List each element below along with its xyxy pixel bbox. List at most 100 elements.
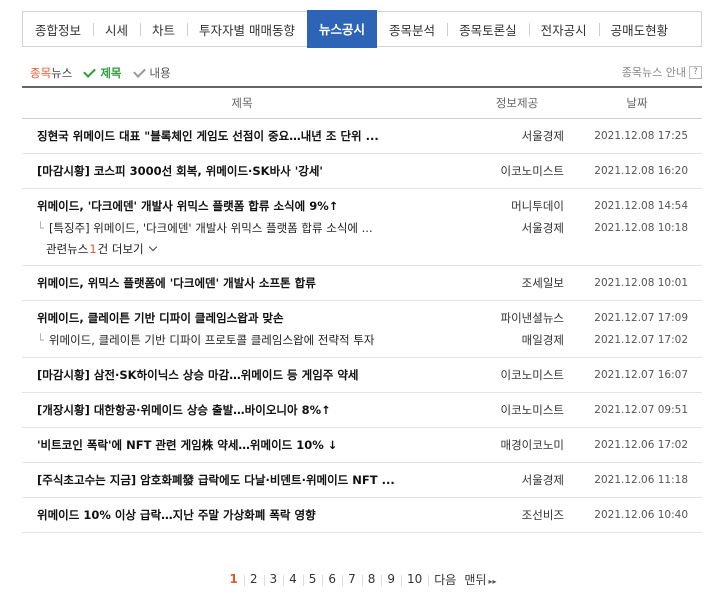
news-source: 이코노미스트: [500, 403, 564, 417]
page-link[interactable]: 3: [264, 572, 284, 586]
next-page-button[interactable]: 다음: [428, 571, 460, 588]
table-row: 위메이드 10% 이상 급락…지난 주말 가상화폐 폭락 영향 조선비즈 2021.…: [22, 504, 702, 526]
news-source: 매경이코노미: [500, 438, 564, 452]
news-source: 조선비즈: [521, 508, 564, 522]
double-arrow-right-icon: ▸▸: [488, 576, 497, 586]
sub-item-marker: └: [37, 333, 44, 347]
news-title-link[interactable]: [개장시황] 대한항공·위메이드 상승 출발…바이오니아 8%↑: [22, 402, 462, 418]
page-link[interactable]: 9: [381, 572, 402, 586]
news-date: 2021.12.08 14:54: [594, 200, 688, 212]
filter-content-label: 내용: [149, 66, 171, 80]
news-title-link[interactable]: [마감시황] 삼전·SK하이닉스 상승 마감…위메이드 등 게임주 약세: [22, 367, 462, 383]
page-link[interactable]: 7: [342, 572, 363, 586]
news-title-link[interactable]: 위메이드, 위믹스 플랫폼에 '다크에덴' 개발사 소프톤 합류: [22, 275, 462, 291]
page-link[interactable]: 10: [401, 572, 430, 586]
news-source: 파이낸셜뉴스: [500, 311, 564, 325]
page-link[interactable]: 4: [283, 572, 304, 586]
news-title-text: [주식초고수는 지금] 암호화폐發 급락에도 다날·비덴트·위메이드 NFT .…: [37, 473, 395, 487]
table-row: 위메이드, 클레이튼 기반 디파이 클레임스왑과 맞손 파이낸셜뉴스 2021.12…: [22, 307, 702, 329]
news-title-link[interactable]: 위메이드 10% 이상 급락…지난 주말 가상화폐 폭락 영향: [22, 507, 462, 523]
tab-item[interactable]: 종목분석: [377, 12, 447, 46]
stock-news-suffix: 뉴스: [51, 66, 73, 80]
news-title-text: [마감시황] 코스피 3000선 회복, 위메이드·SK바사 '강세': [37, 164, 323, 178]
more-count: 1: [89, 242, 97, 256]
tab-item[interactable]: 공매도현황: [598, 12, 681, 46]
table-header: 제목 정보제공 날짜: [22, 86, 702, 119]
news-title-text: 위메이드, 클레이튼 기반 디파이 클레임스왑과 맞손: [37, 311, 284, 325]
related-news-more-button[interactable]: 관련뉴스 1건 더보기: [22, 239, 702, 259]
tab-item[interactable]: 종목토론실: [447, 12, 529, 46]
page-link[interactable]: 6: [322, 572, 343, 586]
news-title-link[interactable]: 위메이드, '다크에덴' 개발사 위믹스 플랫폼 합류 소식에 9%↑: [22, 198, 462, 214]
news-group: '비트코인 폭락'에 NFT 관련 게임株 약세…위메이드 10% ↓ 매경이코노…: [22, 428, 702, 463]
news-date: 2021.12.07 16:07: [594, 369, 688, 381]
news-date: 2021.12.07 17:02: [594, 334, 688, 346]
table-row: [마감시황] 삼전·SK하이닉스 상승 마감…위메이드 등 게임주 약세 이코노미…: [22, 364, 702, 386]
news-date: 2021.12.08 16:20: [594, 165, 688, 177]
filter-content-option[interactable]: 내용: [132, 65, 171, 81]
table-body: 징현국 위메이드 대표 "블록체인 게임도 선점이 중요…내년 조 단위 ...…: [22, 119, 702, 533]
page-link[interactable]: 2: [244, 572, 265, 586]
news-group: [개장시황] 대한항공·위메이드 상승 출발…바이오니아 8%↑ 이코노미스트 20…: [22, 393, 702, 428]
tab-item[interactable]: 뉴스공시: [307, 9, 378, 48]
news-title-text: 위메이드, '다크에덴' 개발사 위믹스 플랫폼 합류 소식에 9%↑: [37, 199, 339, 213]
table-row: [마감시황] 코스피 3000선 회복, 위메이드·SK바사 '강세' 이코노미스…: [22, 160, 702, 182]
tab-item[interactable]: 차트: [140, 12, 187, 46]
news-title-text: 징현국 위메이드 대표 "블록체인 게임도 선점이 중요…내년 조 단위 ...: [37, 129, 379, 143]
header-source: 정보제공: [495, 96, 539, 110]
news-title-text: [특징주] 위메이드, '다크에덴' 개발사 위믹스 플랫폼 합류 소식에 ..…: [48, 221, 373, 235]
tab-bar: 종합정보 시세 차트 투자자별 매매동향 뉴스공시 종목분석 종목토론실 전자공시 공매도현황: [22, 9, 702, 48]
last-page-button[interactable]: 맨뒤 ▸▸: [460, 571, 500, 588]
page-link[interactable]: 5: [303, 572, 324, 586]
news-group: 위메이드, '다크에덴' 개발사 위믹스 플랫폼 합류 소식에 9%↑ 머니투데이…: [22, 189, 702, 266]
table-row: [주식초고수는 지금] 암호화폐發 급락에도 다날·비덴트·위메이드 NFT .…: [22, 469, 702, 491]
news-title-link[interactable]: 위메이드, 클레이튼 기반 디파이 클레임스왑과 맞손: [22, 310, 462, 326]
news-date: 2021.12.07 17:09: [594, 312, 688, 324]
check-icon: [83, 65, 97, 78]
news-source: 이코노미스트: [500, 368, 564, 382]
table-row: 위메이드, 위믹스 플랫폼에 '다크에덴' 개발사 소프톤 합류 조세일보 2021…: [22, 272, 702, 294]
news-title-text: [개장시황] 대한항공·위메이드 상승 출발…바이오니아 8%↑: [37, 403, 331, 417]
news-date: 2021.12.08 17:25: [594, 130, 688, 142]
last-page-label: 맨뒤: [464, 572, 487, 587]
tab-item[interactable]: 시세: [93, 12, 140, 46]
news-title-text: [마감시황] 삼전·SK하이닉스 상승 마감…위메이드 등 게임주 약세: [37, 368, 359, 382]
news-title-link[interactable]: [마감시황] 코스피 3000선 회복, 위메이드·SK바사 '강세': [22, 163, 462, 179]
news-title-link[interactable]: └ [특징주] 위메이드, '다크에덴' 개발사 위믹스 플랫폼 합류 소식에 .…: [22, 220, 462, 236]
news-group: 위메이드, 클레이튼 기반 디파이 클레임스왑과 맞손 파이낸셜뉴스 2021.12…: [22, 301, 702, 358]
news-date: 2021.12.06 11:18: [594, 474, 688, 486]
help-icon: ?: [689, 65, 702, 79]
news-group: [마감시황] 코스피 3000선 회복, 위메이드·SK바사 '강세' 이코노미스…: [22, 154, 702, 189]
table-row: [개장시황] 대한항공·위메이드 상승 출발…바이오니아 8%↑ 이코노미스트 20…: [22, 399, 702, 421]
news-source: 매일경제: [521, 333, 564, 347]
tab-item[interactable]: 전자공시: [528, 12, 599, 46]
news-title-link[interactable]: '비트코인 폭락'에 NFT 관련 게임株 약세…위메이드 10% ↓: [22, 437, 462, 453]
news-title-link[interactable]: [주식초고수는 지금] 암호화폐發 급락에도 다날·비덴트·위메이드 NFT .…: [22, 472, 462, 488]
table-row: '비트코인 폭락'에 NFT 관련 게임株 약세…위메이드 10% ↓ 매경이코노…: [22, 434, 702, 456]
table-row: 위메이드, '다크에덴' 개발사 위믹스 플랫폼 합류 소식에 9%↑ 머니투데이…: [22, 195, 702, 217]
more-suffix: 건 더보기: [97, 242, 144, 256]
news-title-link[interactable]: 징현국 위메이드 대표 "블록체인 게임도 선점이 중요…내년 조 단위 ...: [22, 128, 462, 144]
stock-news-guide-link[interactable]: 종목뉴스 안내 ?: [622, 64, 702, 80]
news-group: 위메이드, 위믹스 플랫폼에 '다크에덴' 개발사 소프톤 합류 조세일보 2021…: [22, 266, 702, 301]
news-source: 서울경제: [521, 473, 564, 487]
news-filter-bar: 종목 뉴스 제목 내용 종목뉴스 안내 ?: [30, 64, 702, 82]
sub-item-marker: └: [37, 221, 44, 235]
page-link[interactable]: 1: [224, 572, 246, 586]
news-group: 징현국 위메이드 대표 "블록체인 게임도 선점이 중요…내년 조 단위 ...…: [22, 119, 702, 154]
news-title-text: 위메이드 10% 이상 급락…지난 주말 가상화폐 폭락 영향: [37, 508, 316, 522]
page-link[interactable]: 8: [362, 572, 382, 586]
filter-title-option[interactable]: 제목: [83, 65, 122, 81]
stock-news-label[interactable]: 종목 뉴스: [30, 65, 72, 81]
news-title-text: 위메이드, 클레이튼 기반 디파이 프로토콜 클레임스왑에 전략적 투자: [48, 333, 375, 347]
news-source: 서울경제: [521, 129, 564, 143]
tab-item[interactable]: 종합정보: [23, 12, 93, 46]
news-title-text: 위메이드, 위믹스 플랫폼에 '다크에덴' 개발사 소프톤 합류: [37, 276, 316, 290]
news-source: 서울경제: [521, 221, 564, 235]
table-row: 징현국 위메이드 대표 "블록체인 게임도 선점이 중요…내년 조 단위 ...…: [22, 125, 702, 147]
news-group: [주식초고수는 지금] 암호화폐發 급락에도 다날·비덴트·위메이드 NFT .…: [22, 463, 702, 498]
tab-item[interactable]: 투자자별 매매동향: [187, 12, 307, 46]
news-date: 2021.12.08 10:18: [594, 222, 688, 234]
news-title-link[interactable]: └ 위메이드, 클레이튼 기반 디파이 프로토콜 클레임스왑에 전략적 투자: [22, 332, 462, 348]
chevron-down-icon: [148, 242, 157, 252]
